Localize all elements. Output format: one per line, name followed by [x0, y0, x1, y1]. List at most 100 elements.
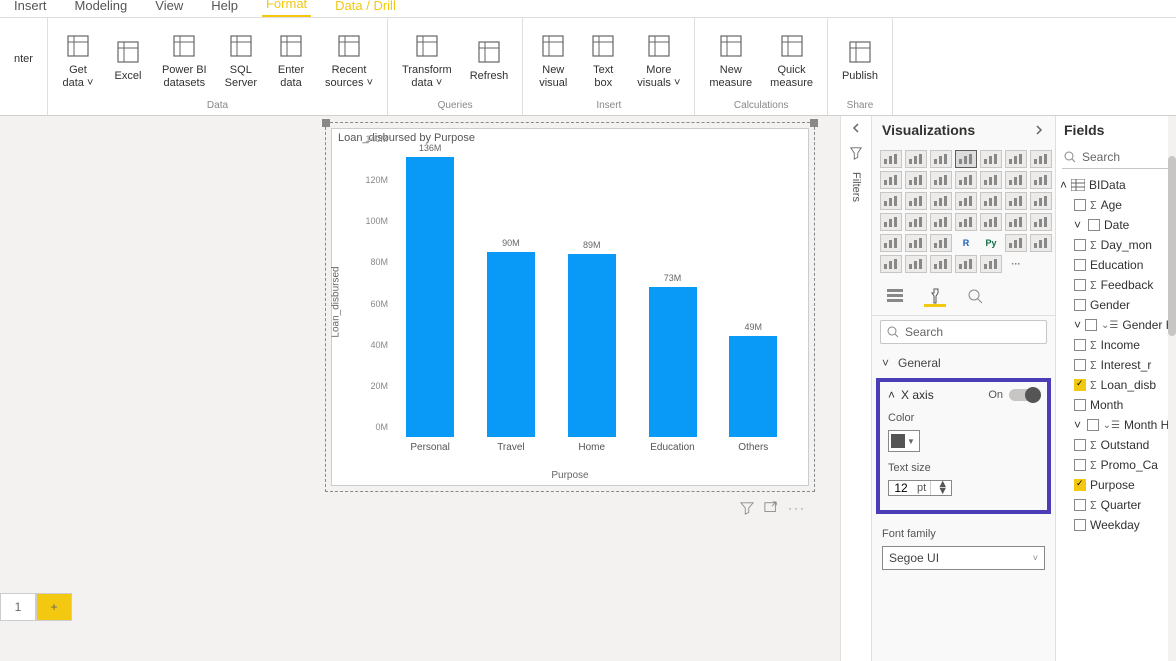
tab-insert[interactable]: Insert — [10, 0, 51, 17]
field-month hi[interactable]: ˅⌄☰Month Hi — [1056, 415, 1176, 435]
field-checkbox[interactable] — [1074, 279, 1086, 291]
field-checkbox[interactable] — [1074, 459, 1086, 471]
table-bidata[interactable]: ˄ BIData — [1056, 175, 1176, 195]
xaxis-textsize-input[interactable]: pt ▲▼ — [888, 480, 952, 496]
ribbon-sql-button[interactable]: SQLServer — [219, 28, 263, 92]
field-promo_ca[interactable]: ΣPromo_Ca — [1056, 455, 1176, 475]
chart-visual-selection[interactable]: Loan_disbursed by Purpose Loan_disbursed… — [325, 122, 815, 492]
add-page-button[interactable]: + — [36, 593, 72, 621]
viz-type-38[interactable] — [955, 255, 977, 273]
viz-type-28[interactable] — [880, 234, 902, 252]
format-section-general[interactable]: ˅ General — [872, 348, 1055, 378]
field-quarter[interactable]: ΣQuarter — [1056, 495, 1176, 515]
ribbon-recent-button[interactable]: Recentsources ˅ — [319, 28, 379, 92]
field-outstand[interactable]: ΣOutstand — [1056, 435, 1176, 455]
field-date[interactable]: ˅Date — [1056, 215, 1176, 235]
format-mode-icon[interactable] — [924, 287, 946, 307]
ribbon-refresh-button[interactable]: Refresh — [464, 34, 515, 85]
tab-modeling[interactable]: Modeling — [71, 0, 132, 17]
viz-type-30[interactable] — [930, 234, 952, 252]
xaxis-color-picker[interactable]: ▼ — [888, 430, 920, 452]
field-checkbox[interactable] — [1074, 399, 1086, 411]
viz-type-26[interactable] — [1005, 213, 1027, 231]
field-day_mon[interactable]: ΣDay_mon — [1056, 235, 1176, 255]
fontfamily-select[interactable]: Segoe UI˅ — [882, 546, 1045, 570]
ribbon-new-button[interactable]: Newmeasure — [703, 28, 758, 92]
viz-type-29[interactable] — [905, 234, 927, 252]
bar-education[interactable]: 73M — [649, 287, 697, 437]
field-weekday[interactable]: Weekday — [1056, 515, 1176, 535]
fields-mode-icon[interactable] — [884, 287, 906, 307]
field-checkbox[interactable] — [1074, 519, 1086, 531]
field-gender[interactable]: Gender — [1056, 295, 1176, 315]
field-loan_disb[interactable]: ΣLoan_disb — [1056, 375, 1176, 395]
ribbon-new-button[interactable]: Newvisual — [531, 28, 575, 92]
viz-type-27[interactable] — [1030, 213, 1052, 231]
viz-type-7[interactable] — [880, 171, 902, 189]
field-checkbox[interactable] — [1088, 219, 1100, 231]
filter-icon[interactable] — [740, 501, 754, 515]
viz-type-18[interactable] — [980, 192, 1002, 210]
field-checkbox[interactable] — [1074, 239, 1086, 251]
viz-type-1[interactable] — [905, 150, 927, 168]
filters-panel-collapsed[interactable]: Filters — [840, 116, 872, 661]
viz-type-19[interactable] — [1005, 192, 1027, 210]
page-tab-1[interactable]: 1 — [0, 593, 36, 621]
xaxis-header[interactable]: ˄ X axis — [888, 388, 934, 402]
viz-type-25[interactable] — [980, 213, 1002, 231]
viz-type-23[interactable] — [930, 213, 952, 231]
collapse-viz-icon[interactable] — [1033, 124, 1045, 136]
field-checkbox[interactable] — [1074, 339, 1086, 351]
field-checkbox[interactable] — [1085, 319, 1097, 331]
viz-type-3[interactable] — [955, 150, 977, 168]
tab-data-drill[interactable]: Data / Drill — [331, 0, 400, 17]
viz-type-5[interactable] — [1005, 150, 1027, 168]
field-checkbox[interactable] — [1074, 359, 1086, 371]
viz-type-36[interactable] — [905, 255, 927, 273]
viz-type-10[interactable] — [955, 171, 977, 189]
ribbon-more-button[interactable]: Morevisuals ˅ — [631, 28, 686, 92]
viz-type-9[interactable] — [930, 171, 952, 189]
ribbon-transform-button[interactable]: Transformdata ˅ — [396, 28, 458, 92]
ribbon-excel-button[interactable]: Excel — [106, 34, 150, 85]
bar-personal[interactable]: 136M — [406, 157, 454, 437]
spinner-arrows[interactable]: ▲▼ — [930, 481, 954, 495]
field-purpose[interactable]: Purpose — [1056, 475, 1176, 495]
ribbon-enter-button[interactable]: Enterdata — [269, 28, 313, 92]
filters-icon[interactable] — [849, 146, 863, 160]
ribbon-text-button[interactable]: Textbox — [581, 28, 625, 92]
viz-type-17[interactable] — [955, 192, 977, 210]
field-interest_r[interactable]: ΣInterest_r — [1056, 355, 1176, 375]
viz-type-39[interactable] — [980, 255, 1002, 273]
field-income[interactable]: ΣIncome — [1056, 335, 1176, 355]
expand-filters-icon[interactable] — [850, 122, 862, 134]
viz-type-2[interactable] — [930, 150, 952, 168]
field-checkbox[interactable] — [1074, 199, 1086, 211]
ribbon-get-button[interactable]: Getdata ˅ — [56, 28, 100, 92]
field-checkbox[interactable] — [1074, 499, 1086, 511]
viz-type-11[interactable] — [980, 171, 1002, 189]
viz-type-8[interactable] — [905, 171, 927, 189]
field-checkbox[interactable] — [1087, 419, 1099, 431]
xaxis-toggle[interactable] — [1009, 389, 1039, 401]
viz-type-40[interactable]: ··· — [1005, 255, 1027, 273]
viz-type-6[interactable] — [1030, 150, 1052, 168]
field-gender h[interactable]: ˅⌄☰Gender H — [1056, 315, 1176, 335]
field-feedback[interactable]: ΣFeedback — [1056, 275, 1176, 295]
viz-type-35[interactable] — [880, 255, 902, 273]
viz-type-24[interactable] — [955, 213, 977, 231]
tab-view[interactable]: View — [151, 0, 187, 17]
viz-type-13[interactable] — [1030, 171, 1052, 189]
bar-others[interactable]: 49M — [729, 336, 777, 437]
more-options-icon[interactable]: ··· — [788, 501, 806, 515]
tab-format[interactable]: Format — [262, 0, 311, 17]
viz-type-33[interactable] — [1005, 234, 1027, 252]
format-search[interactable]: Search — [880, 320, 1047, 344]
bar-home[interactable]: 89M — [568, 254, 616, 437]
ribbon-publish-button[interactable]: Publish — [836, 34, 884, 85]
report-canvas[interactable]: Loan_disbursed by Purpose Loan_disbursed… — [0, 116, 840, 621]
field-checkbox[interactable] — [1074, 479, 1086, 491]
chart-card[interactable]: Loan_disbursed by Purpose Loan_disbursed… — [331, 128, 809, 486]
viz-type-32[interactable]: Py — [980, 234, 1002, 252]
viz-type-22[interactable] — [905, 213, 927, 231]
